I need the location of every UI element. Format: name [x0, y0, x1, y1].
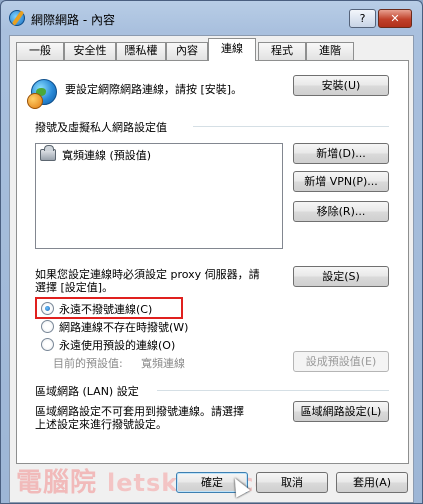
title-bar[interactable]: 網際網路 - 內容 ? ✕: [1, 1, 422, 35]
watermark-cn: 電腦院: [16, 468, 98, 498]
lan-settings-button[interactable]: 區域網路設定(L): [293, 401, 389, 422]
group-divider: [157, 390, 389, 391]
tab-privacy[interactable]: 隱私權: [116, 42, 166, 60]
window-title: 網際網路 - 內容: [31, 13, 115, 27]
tab-programs[interactable]: 程式: [258, 42, 306, 60]
radio-never-dial-label[interactable]: 永遠不撥號連線(C): [59, 301, 152, 317]
add-button[interactable]: 新增(D)...: [293, 143, 389, 164]
set-default-button[interactable]: 設成預設值(E): [293, 351, 389, 372]
tab-content[interactable]: 內容: [166, 42, 208, 60]
tab-security[interactable]: 安全性: [64, 42, 116, 60]
properties-window: 網際網路 - 內容 ? ✕ 一般 安全性 隱私權 內容 連線 程式 進階 要設定…: [0, 0, 423, 504]
help-button[interactable]: ?: [349, 9, 376, 28]
setup-button[interactable]: 安裝(U): [293, 75, 389, 96]
connection-link-icon: [27, 93, 43, 109]
current-default-value: 寬頻連線: [141, 357, 185, 370]
add-vpn-button[interactable]: 新增 VPN(P)...: [293, 171, 389, 192]
lan-group-title: 區域網路 (LAN) 設定: [35, 385, 139, 398]
lan-text-line2: 上述設定來進行撥號設定。: [35, 418, 167, 431]
radio-dial-when-no-network-label[interactable]: 網路連線不存在時撥號(W): [59, 319, 188, 335]
list-item[interactable]: 寬頻連線 (預設值): [62, 147, 151, 163]
apply-button[interactable]: 套用(A): [336, 472, 408, 493]
connections-list[interactable]: 寬頻連線 (預設值): [35, 143, 283, 249]
tab-advanced[interactable]: 進階: [306, 42, 354, 60]
connections-panel: 要設定網際網路連線，請按 [安裝]。 安裝(U) 撥號及虛擬私人網路設定值 寬頻…: [16, 60, 409, 464]
dialup-group-title: 撥號及虛擬私人網路設定值: [35, 121, 167, 134]
setup-text: 要設定網際網路連線，請按 [安裝]。: [65, 83, 243, 96]
radio-never-dial[interactable]: [41, 302, 54, 315]
close-button[interactable]: ✕: [378, 9, 412, 28]
cancel-button[interactable]: 取消: [256, 472, 328, 493]
tab-general[interactable]: 一般: [16, 42, 64, 60]
proxy-text-line2: 選擇 [設定值]。: [35, 281, 114, 294]
current-default-label: 目前的預設值:: [53, 357, 123, 370]
settings-button[interactable]: 設定(S): [293, 266, 389, 287]
tab-connections[interactable]: 連線: [208, 38, 256, 61]
radio-dial-when-no-network[interactable]: [41, 320, 54, 333]
broadband-icon: [40, 145, 56, 161]
radio-always-dial-default-label[interactable]: 永遠使用預設的連線(O): [59, 337, 175, 353]
dialog-body: 一般 安全性 隱私權 內容 連線 程式 進階 要設定網際網路連線，請按 [安裝]…: [9, 35, 414, 503]
radio-always-dial-default[interactable]: [41, 338, 54, 351]
group-divider: [193, 126, 389, 127]
internet-explorer-icon: [9, 10, 25, 26]
remove-button[interactable]: 移除(R)...: [293, 201, 389, 222]
